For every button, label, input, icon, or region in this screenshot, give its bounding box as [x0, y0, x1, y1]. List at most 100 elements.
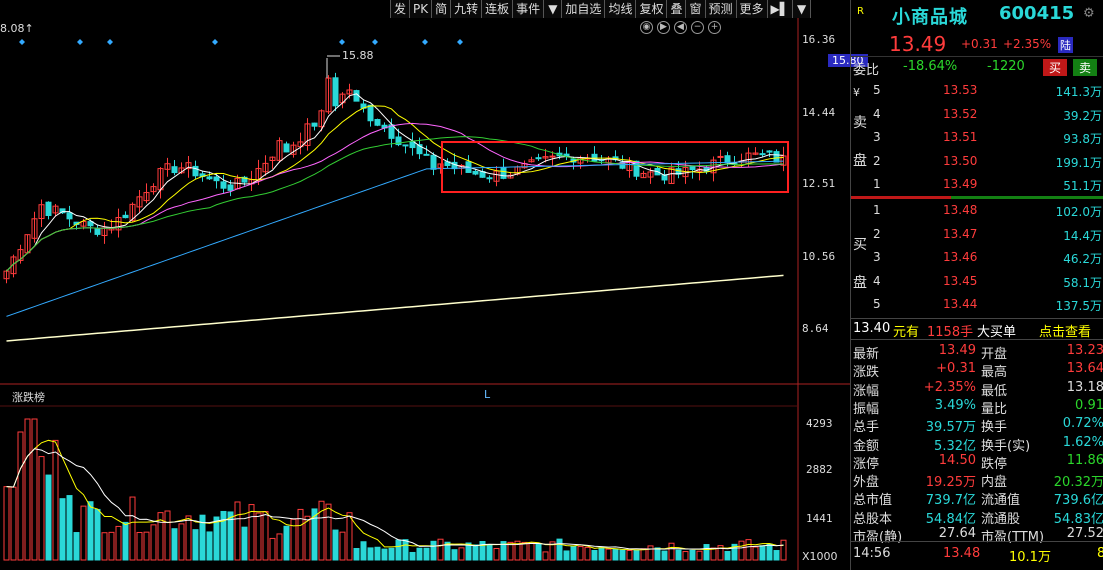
stat-row: 总股本 54.84亿 流通股 54.83亿 — [851, 507, 1103, 527]
sell_orders-row[interactable]: 5 13.53 141.3万 — [851, 80, 1103, 102]
toolbar-item-8[interactable]: 均线 — [605, 0, 637, 18]
zoom-in-icon[interactable]: + — [708, 21, 721, 34]
gear-icon[interactable]: ⚙ — [1083, 6, 1095, 21]
event-marker — [422, 39, 428, 45]
volume-bar — [164, 510, 171, 561]
kline-svg[interactable] — [0, 0, 850, 570]
buy_orders-row[interactable]: 5 13.44 137.5万 — [851, 294, 1103, 316]
stat-label: 涨跌 — [853, 365, 880, 381]
toolbar-item-2[interactable]: 简 — [432, 0, 452, 18]
toolbar-item-11[interactable]: 窗 — [686, 0, 706, 18]
volume-title[interactable]: 涨跌榜 — [12, 389, 45, 405]
toolbar-item-6[interactable]: ▼ — [544, 0, 563, 18]
volume-bar — [752, 546, 759, 561]
stat-label: 总手 — [853, 420, 880, 436]
candle-body — [724, 155, 731, 164]
volume-bar — [115, 525, 122, 561]
toolbar-item-9[interactable]: 复权 — [636, 0, 668, 18]
volume-bar — [689, 549, 696, 561]
play-icon[interactable]: ▶ — [657, 21, 670, 34]
candle-body — [759, 153, 766, 156]
volume-bar — [3, 486, 10, 561]
stat-value: +0.31 — [936, 361, 976, 377]
stat-label: 开盘 — [981, 347, 1008, 362]
stat-value: 54.84亿 — [925, 511, 976, 527]
toolbar-item-3[interactable]: 九转 — [451, 0, 483, 18]
volume-bar — [458, 547, 465, 561]
buy_orders-row[interactable]: 1 13.48 102.0万 — [851, 200, 1103, 222]
volume-bar — [759, 545, 766, 561]
big-order-info[interactable]: 13.40 元有 1158手 大买单 点击查看 — [851, 318, 1103, 340]
stat-value: 19.25万 — [925, 475, 976, 491]
volume-bar — [745, 539, 752, 561]
volume-bar — [591, 549, 598, 561]
buy-button[interactable]: 买 — [1043, 59, 1068, 76]
level: 1 — [873, 203, 881, 217]
sell_orders-row[interactable]: 1 13.49 51.1万 — [851, 174, 1103, 196]
stat-value: 20.32万 — [1053, 475, 1103, 491]
candle-body — [423, 153, 430, 156]
order-price: 13.47 — [943, 226, 978, 241]
buy_orders-row[interactable]: 3 13.46 46.2万 — [851, 247, 1103, 269]
ma250-line — [6, 274, 784, 342]
stat-label: 换手 — [981, 420, 1008, 436]
volume-bar — [171, 528, 178, 561]
weicha-value: -1220 — [987, 59, 1025, 74]
buy_orders-row[interactable]: 4 13.45 58.1万 — [851, 271, 1103, 293]
level: 1 — [873, 177, 881, 191]
volume-bar — [269, 537, 276, 561]
eye-icon[interactable]: ◉ — [640, 21, 653, 34]
stat-value: 739.7亿 — [925, 493, 976, 509]
volume-bar — [598, 547, 605, 561]
order-volume: 137.5万 — [1055, 299, 1102, 313]
candle-body — [213, 176, 220, 182]
toolbar-item-15[interactable]: ▼ — [793, 0, 812, 18]
event-marker — [339, 39, 345, 45]
stat-label: 外盘 — [853, 475, 880, 491]
toolbar-item-14[interactable]: ▶▌ — [767, 0, 793, 18]
candle-body — [717, 155, 724, 158]
info-link[interactable]: 点击查看 — [1039, 321, 1091, 340]
toolbar-item-7[interactable]: 加自选 — [562, 0, 606, 18]
volume-bar — [234, 501, 241, 561]
chart-icon-row: ◉ ▶ ◀ − + — [640, 21, 721, 34]
volume-bar — [143, 531, 150, 561]
stat-row: 最新 13.49 开盘 13.23 — [851, 342, 1103, 362]
toolbar-item-4[interactable]: 连板 — [482, 0, 514, 18]
stat-value: 0.91 — [1075, 397, 1103, 413]
toolbar-item-0[interactable]: 发 — [391, 0, 411, 18]
order-price: 13.44 — [943, 297, 978, 311]
volume-bar — [738, 540, 745, 561]
kline-chart[interactable]: 8.08↑ 15.88 发 PK 简九转 连板 事件 ▼ 加自选 均线 复权叠窗预测 更多 ▶▌ ▼ … — [0, 0, 868, 570]
volume-bar — [248, 504, 255, 561]
toolbar-item-10[interactable]: 叠 — [667, 0, 687, 18]
left-icon[interactable]: ◀ — [674, 21, 687, 34]
toolbar-item-5[interactable]: 事件 — [513, 0, 545, 18]
candle-body — [549, 155, 556, 158]
volume-bar — [255, 512, 262, 561]
sell_orders-row[interactable]: 3 13.51 93.8万 — [851, 127, 1103, 149]
toolbar-item-1[interactable]: PK — [410, 0, 433, 18]
sell-button[interactable]: 卖 — [1073, 59, 1098, 76]
weibi-value: -18.64% — [903, 59, 958, 74]
tick-n: 8 — [1097, 546, 1103, 561]
volume-bar — [402, 539, 409, 561]
stat-value: 5.32亿 — [934, 438, 976, 454]
buy_orders-row[interactable]: 2 13.47 14.4万 — [851, 224, 1103, 246]
stat-row: 金额 5.32亿 换手(实) 1.62% — [851, 434, 1103, 454]
candle-body — [367, 104, 374, 122]
toolbar-item-12[interactable]: 预测 — [705, 0, 737, 18]
stat-row: 总市值 739.7亿 流通值 739.6亿 — [851, 488, 1103, 509]
level: 4 — [873, 273, 881, 288]
zoom-out-icon[interactable]: − — [691, 21, 704, 34]
weibi-label: 委比 — [853, 63, 880, 78]
tick-row: 14:56 13.48 10.1万 8 — [851, 541, 1103, 570]
volume-bar — [640, 548, 647, 561]
stat-row: 振幅 3.49% 量比 0.91 — [851, 397, 1103, 417]
toolbar-item-13[interactable]: 更多 — [736, 0, 768, 18]
tick-price: 13.48 — [943, 546, 981, 561]
volume-bar — [45, 474, 52, 561]
sell_orders-row[interactable]: 4 13.52 39.2万 — [851, 104, 1103, 126]
sell_orders-row[interactable]: 2 13.50 199.1万 — [851, 151, 1103, 173]
volume-bar — [703, 544, 710, 561]
